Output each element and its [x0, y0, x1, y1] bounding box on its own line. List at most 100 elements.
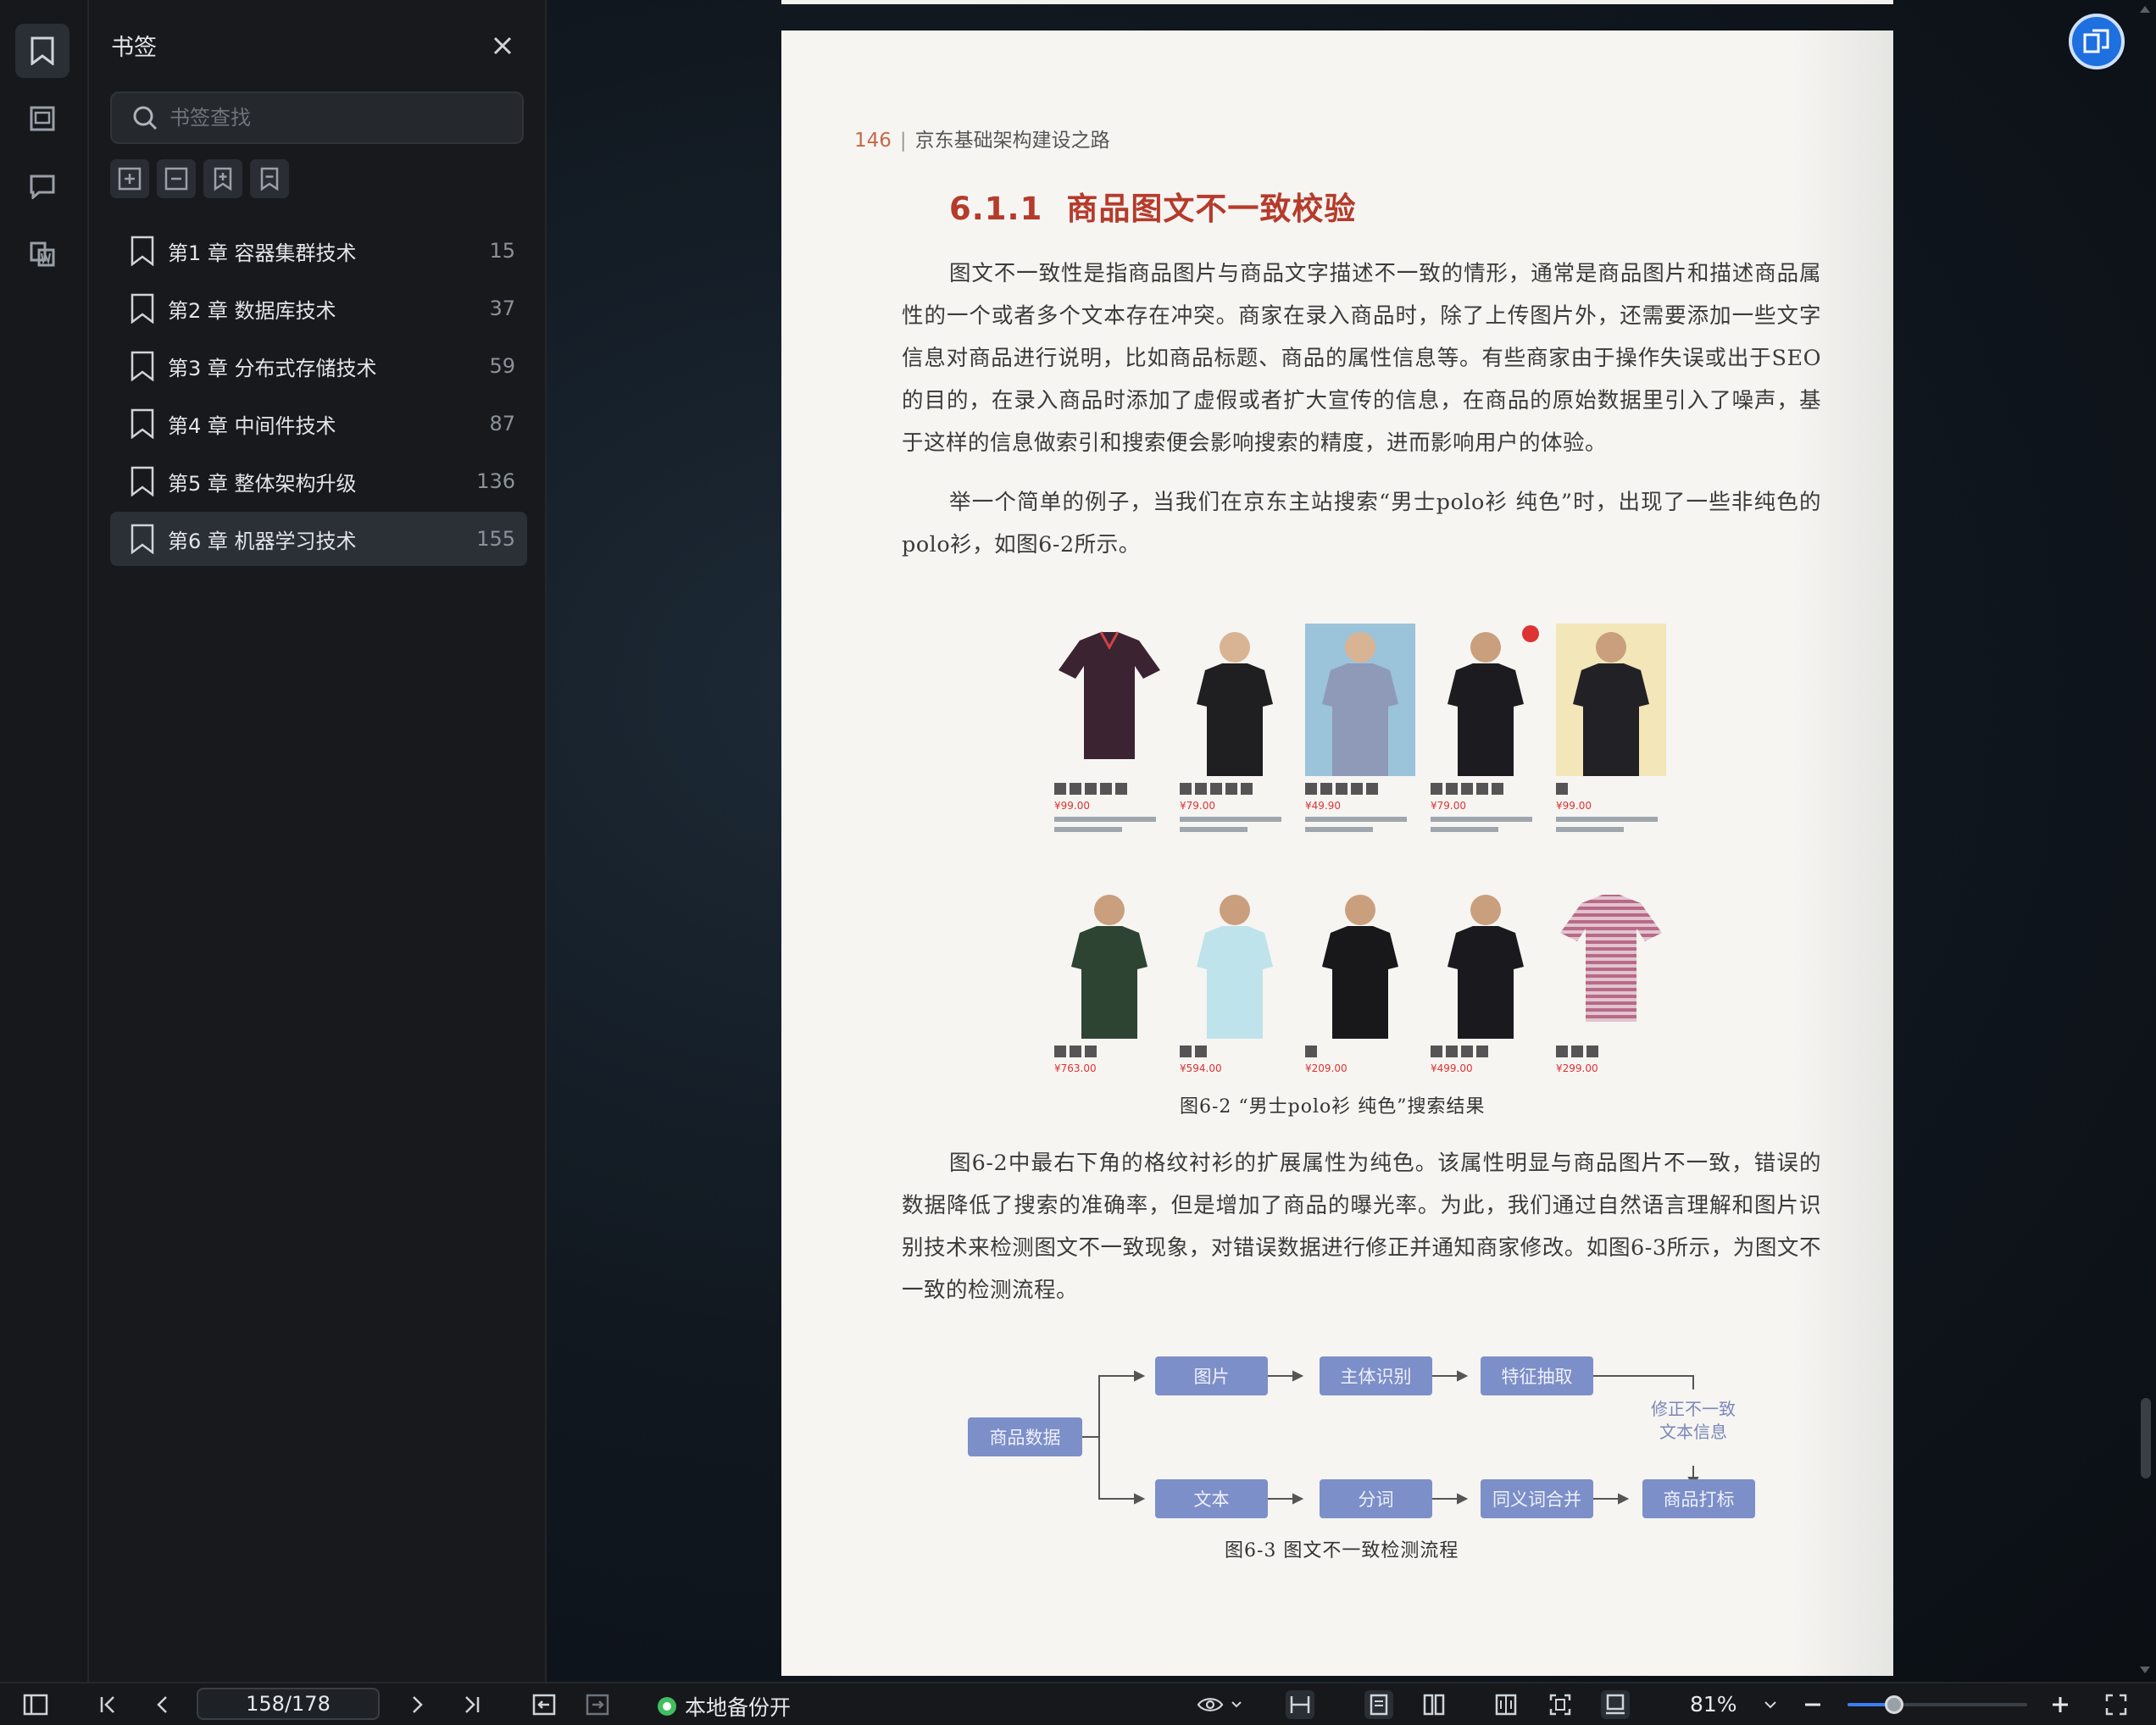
bookmark-label: 第6 章 机器学习技术	[168, 529, 357, 553]
floating-tool-button[interactable]	[2069, 14, 2125, 69]
last-page-button[interactable]	[458, 1690, 486, 1719]
left-icon-rail	[0, 0, 89, 1682]
single-page-button[interactable]	[1364, 1690, 1393, 1719]
backup-status-label: 本地备份开	[685, 1695, 792, 1720]
zoom-out-button[interactable]	[1798, 1690, 1827, 1719]
collapse-all-button[interactable]	[157, 159, 196, 198]
continuous-scroll-button[interactable]	[1601, 1690, 1630, 1719]
single-page-icon	[1370, 1694, 1388, 1716]
next-page-button[interactable]	[403, 1690, 431, 1719]
flow-node-source: 商品数据	[968, 1417, 1082, 1456]
back-icon	[532, 1694, 556, 1716]
zoom-slider-knob[interactable]	[1885, 1695, 1904, 1714]
zoom-in-button[interactable]	[2046, 1690, 2075, 1719]
first-page-button[interactable]	[93, 1690, 122, 1719]
bookmark-search-input[interactable]	[168, 105, 510, 130]
scrollbar-thumb[interactable]	[2141, 1398, 2151, 1478]
minus-icon	[1805, 1703, 1820, 1706]
chevron-left-icon	[157, 1696, 167, 1713]
zoom-level[interactable]: 81%	[1690, 1692, 1737, 1717]
previous-page-edge	[781, 0, 1893, 4]
close-panel-button[interactable]	[487, 31, 518, 61]
search-icon	[133, 106, 158, 130]
flow-note: 修正不一致 文本信息	[1634, 1398, 1753, 1444]
bookmark-item[interactable]: 第1 章 容器集群技术 15	[110, 224, 527, 278]
scroll-down-icon[interactable]	[2139, 1666, 2151, 1674]
flow-node: 商品打标	[1642, 1479, 1755, 1518]
bookmark-icon	[131, 524, 154, 554]
flow-node: 特征抽取	[1481, 1356, 1593, 1395]
double-page-icon	[1423, 1694, 1445, 1716]
figure-caption: 图6-3 图文不一致检测流程	[1225, 1540, 1459, 1561]
flow-note-line: 文本信息	[1659, 1422, 1727, 1442]
export-panel-button[interactable]	[15, 227, 69, 281]
bookmark-label: 第3 章 分布式存储技术	[168, 356, 377, 380]
bookmark-page: 59	[489, 354, 515, 378]
fit-page-button[interactable]	[1546, 1690, 1575, 1719]
previous-page-button[interactable]	[148, 1690, 177, 1719]
bookmark-item[interactable]: 第4 章 中间件技术 87	[110, 397, 527, 451]
flow-node: 文本	[1155, 1479, 1268, 1518]
bookmark-page: 136	[476, 469, 515, 493]
add-bookmark-button[interactable]	[203, 159, 242, 198]
forward-icon	[586, 1694, 609, 1716]
fit-width-button[interactable]	[1286, 1690, 1314, 1719]
toggle-sidebar-button[interactable]	[21, 1690, 50, 1719]
bookmark-label: 第2 章 数据库技术	[168, 298, 336, 323]
translate-icon	[2083, 29, 2109, 53]
bookmark-search[interactable]	[110, 92, 524, 144]
bookmark-icon	[131, 236, 154, 266]
bookmark-list: 第1 章 容器集群技术 15 第2 章 数据库技术 37 第3 章 分布式存储技…	[110, 224, 527, 569]
sidebar-toggle-icon	[23, 1694, 48, 1716]
bookmark-page: 155	[476, 527, 515, 551]
expand-all-button[interactable]	[110, 159, 149, 198]
read-mode-dropdown[interactable]	[1195, 1690, 1246, 1719]
bookmark-item-active[interactable]: 第6 章 机器学习技术 155	[110, 512, 527, 566]
zoom-dropdown-button[interactable]	[1756, 1690, 1785, 1719]
collapse-all-icon	[164, 167, 188, 191]
go-forward-button[interactable]	[583, 1690, 612, 1719]
image-icon	[30, 106, 55, 131]
chevron-right-icon	[413, 1696, 423, 1713]
backup-status[interactable]: 本地备份开	[658, 1691, 791, 1722]
bookmark-icon	[131, 293, 154, 324]
bookmark-page: 87	[489, 412, 515, 435]
flow-node: 同义词合并	[1481, 1479, 1593, 1518]
expand-all-icon	[118, 167, 142, 191]
bookmark-item[interactable]: 第5 章 整体架构升级 136	[110, 454, 527, 508]
continuous-scroll-icon	[1606, 1694, 1625, 1715]
go-back-button[interactable]	[530, 1690, 558, 1719]
zoom-slider[interactable]	[1848, 1695, 2027, 1714]
annotation-panel-button[interactable]	[15, 159, 69, 214]
eye-icon	[1197, 1698, 1242, 1711]
bookmark-page: 15	[489, 239, 515, 263]
book-mode-button[interactable]	[1492, 1690, 1520, 1719]
panel-title: 书签	[111, 35, 157, 61]
document-page: 146 | 京东基础架构建设之路 6.1.1 商品图文不一致校验 图文不一致性是指商品…	[781, 31, 1893, 1676]
plus-icon	[2053, 1697, 2068, 1712]
bookmark-item[interactable]: 第2 章 数据库技术 37	[110, 281, 527, 336]
bookmark-panel: 书签 第1 章 容器集群技术 15 第2 章 数据库技术 37	[89, 0, 547, 1682]
fit-page-icon	[1549, 1694, 1571, 1716]
flow-node: 主体识别	[1320, 1356, 1432, 1395]
bookmark-icon	[131, 408, 154, 439]
bottom-toolbar: 本地备份开 81%	[0, 1682, 2156, 1725]
page-number-input[interactable]	[197, 1688, 380, 1720]
first-page-icon	[100, 1696, 114, 1713]
bookmark-label: 第5 章 整体架构升级	[168, 471, 357, 496]
word-export-icon	[30, 241, 55, 267]
scroll-up-icon[interactable]	[2139, 5, 2151, 14]
double-page-button[interactable]	[1420, 1690, 1448, 1719]
bookmark-item[interactable]: 第3 章 分布式存储技术 59	[110, 339, 527, 393]
bookmark-panel-button[interactable]	[15, 24, 69, 78]
remove-bookmark-button[interactable]	[250, 159, 289, 198]
book-mode-icon	[1495, 1694, 1517, 1716]
last-page-icon	[465, 1696, 480, 1713]
close-icon	[493, 36, 512, 55]
fullscreen-button[interactable]	[2102, 1690, 2131, 1719]
thumbnail-panel-button[interactable]	[15, 92, 69, 146]
bookmark-label: 第1 章 容器集群技术	[168, 241, 357, 265]
fit-width-icon	[1290, 1696, 1310, 1713]
vertical-scrollbar[interactable]	[2134, 0, 2156, 1682]
backup-status-dot	[658, 1697, 676, 1716]
